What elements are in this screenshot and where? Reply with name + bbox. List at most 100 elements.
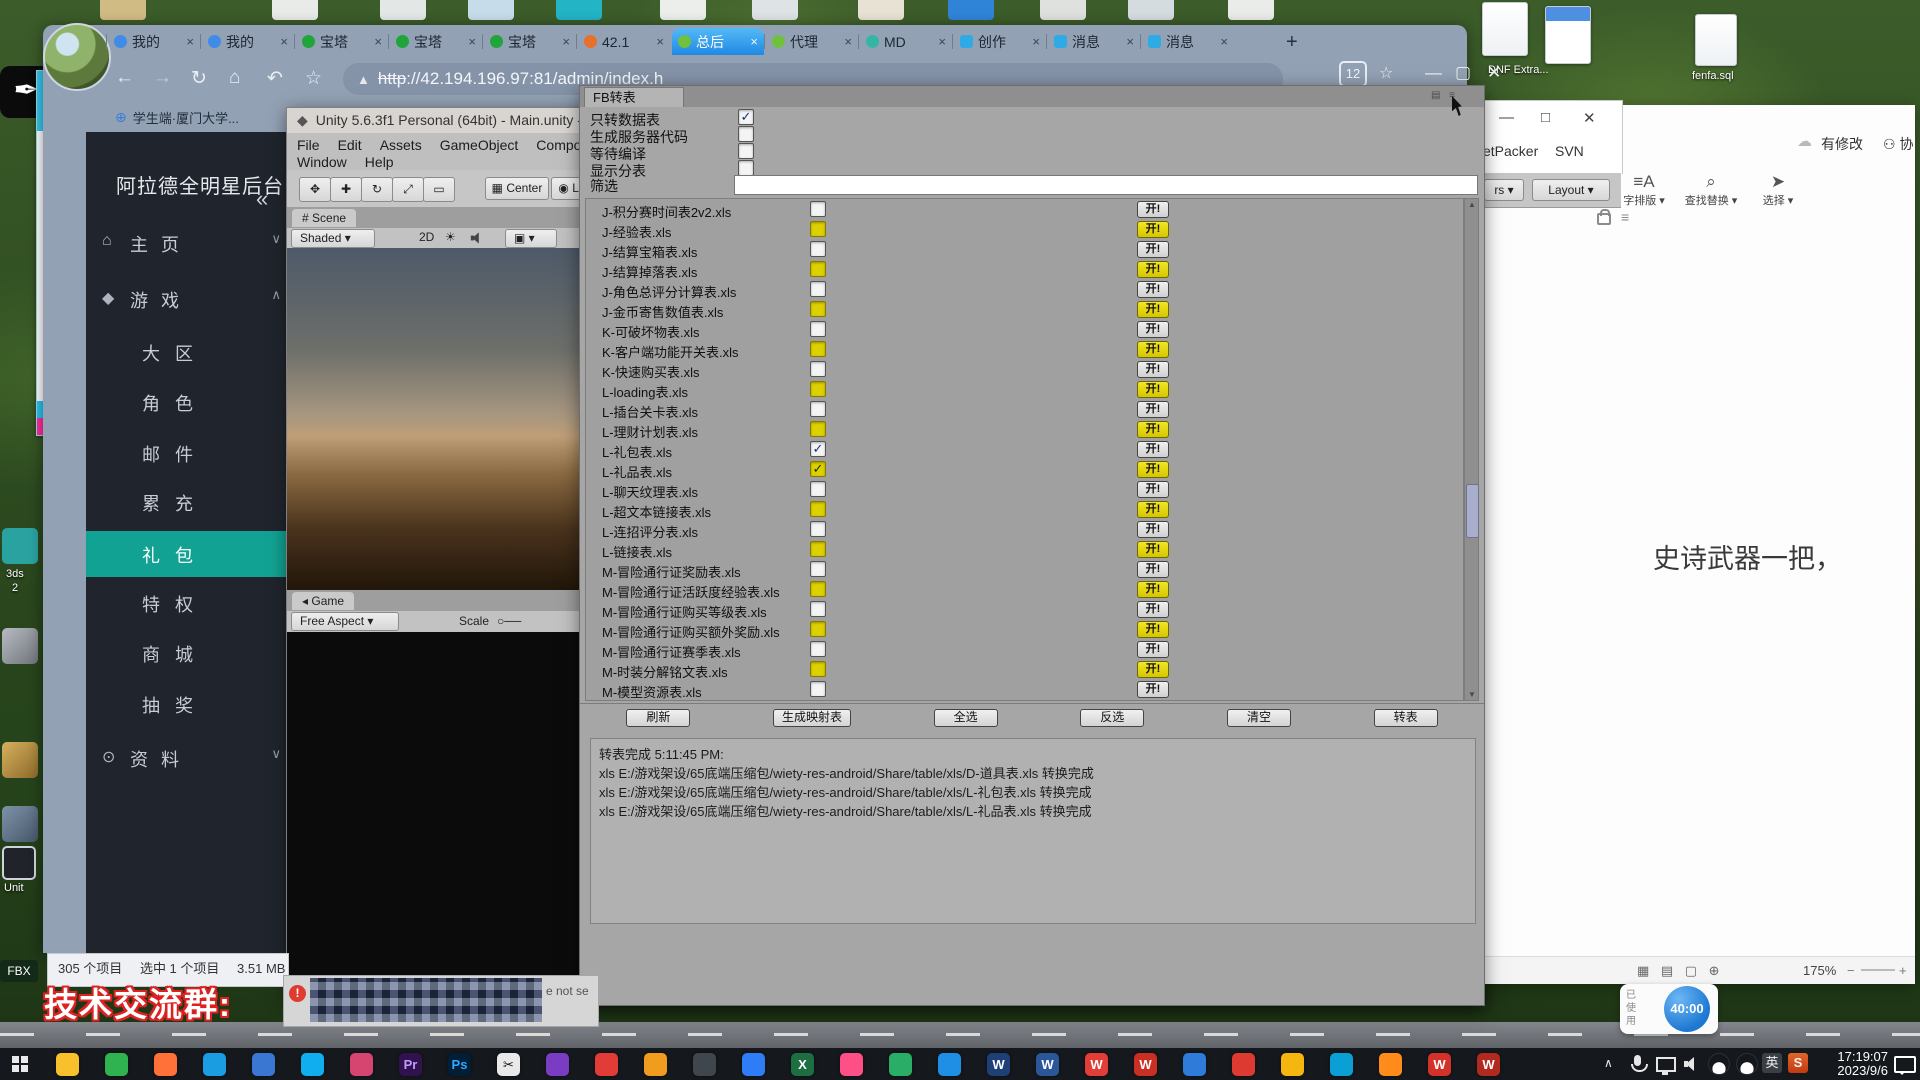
open-button[interactable]: 开! bbox=[1137, 601, 1169, 618]
window-maximize-button[interactable]: □ bbox=[1541, 109, 1550, 126]
tab-close-icon[interactable]: × bbox=[656, 34, 664, 49]
filter-input[interactable] bbox=[734, 175, 1478, 195]
browser-tab[interactable]: 宝塔× bbox=[296, 28, 388, 55]
fb-option-checkbox[interactable]: ✓ bbox=[738, 109, 754, 125]
scroll-up-arrow[interactable]: ▲ bbox=[1467, 200, 1477, 209]
row-checkbox[interactable] bbox=[810, 541, 826, 557]
effects-dropdown[interactable]: ▣ ▾ bbox=[505, 229, 557, 248]
collaborate-label[interactable]: ⚇ 协 bbox=[1883, 134, 1913, 154]
scene-viewport[interactable] bbox=[287, 248, 580, 590]
row-checkbox[interactable] bbox=[810, 661, 826, 677]
browser-tab[interactable]: 宝塔× bbox=[390, 28, 482, 55]
row-checkbox[interactable] bbox=[810, 301, 826, 317]
sidebar-item[interactable]: 抽 奖 bbox=[86, 681, 295, 727]
scale-slider[interactable]: ○── bbox=[497, 614, 521, 628]
2d-toggle[interactable]: 2D bbox=[419, 230, 434, 244]
taskbar-app-navy-w[interactable]: W bbox=[987, 1053, 1010, 1076]
hamburger-icon[interactable]: ≡ bbox=[1621, 209, 1629, 225]
taskbar-app-qq[interactable] bbox=[301, 1053, 324, 1076]
row-checkbox[interactable] bbox=[810, 341, 826, 357]
open-button[interactable]: 开! bbox=[1137, 361, 1169, 378]
row-checkbox[interactable] bbox=[810, 201, 826, 217]
taskbar-app-red-app[interactable] bbox=[595, 1053, 618, 1076]
row-checkbox[interactable] bbox=[810, 621, 826, 637]
tab-scene[interactable]: # Scene bbox=[292, 209, 356, 227]
qq-tray-icon-2[interactable] bbox=[1736, 1053, 1758, 1075]
back-icon[interactable]: ← bbox=[115, 67, 134, 89]
taskbar-app-meitu[interactable] bbox=[840, 1053, 863, 1076]
desktop-icon-cutoff[interactable] bbox=[752, 0, 798, 20]
generate-mapping-button[interactable]: 生成映射表 bbox=[773, 709, 851, 727]
open-button[interactable]: 开! bbox=[1137, 661, 1169, 678]
zoom-slider[interactable] bbox=[1861, 969, 1895, 971]
refresh-button[interactable]: 刷新 bbox=[626, 709, 690, 727]
timer-widget[interactable]: 已使用 40:00 bbox=[1620, 984, 1718, 1034]
layers-dropdown[interactable]: rs ▾ bbox=[1484, 179, 1524, 201]
menu-assetpacker[interactable]: etPacker bbox=[1483, 143, 1538, 159]
row-checkbox[interactable] bbox=[810, 641, 826, 657]
hand-tool[interactable]: ✥ bbox=[299, 177, 331, 202]
tab-close-icon[interactable]: × bbox=[1032, 34, 1040, 49]
scale-tool[interactable]: ⤢ bbox=[392, 177, 424, 202]
sidebar-item[interactable]: 邮 件 bbox=[86, 430, 295, 476]
open-button[interactable]: 开! bbox=[1137, 581, 1169, 598]
fb-option-checkbox[interactable] bbox=[738, 126, 754, 142]
tool-search[interactable]: ⌕查找替换 ▾ bbox=[1680, 172, 1742, 208]
row-checkbox[interactable] bbox=[810, 501, 826, 517]
open-button[interactable]: 开! bbox=[1137, 681, 1169, 698]
sidebar-item-active[interactable]: 礼 包 bbox=[86, 531, 295, 577]
taskbar-app-teal-app[interactable] bbox=[1330, 1053, 1353, 1076]
aspect-dropdown[interactable]: Free Aspect ▾ bbox=[291, 612, 399, 631]
open-button[interactable]: 开! bbox=[1137, 401, 1169, 418]
taskbar-app-photos[interactable] bbox=[350, 1053, 373, 1076]
bookmark-item[interactable]: ⊕学生端·厦门大学... bbox=[115, 108, 239, 127]
network-display-icon[interactable] bbox=[1656, 1057, 1676, 1072]
browser-tab[interactable]: 宝塔× bbox=[484, 28, 576, 55]
browser-tab-active[interactable]: 总后× bbox=[672, 28, 764, 55]
fb-title-bar[interactable]: FB转表 ▤ ≡ bbox=[580, 86, 1484, 107]
open-button[interactable]: 开! bbox=[1137, 381, 1169, 398]
sidebar-item[interactable]: 商 城 bbox=[86, 630, 295, 676]
open-button[interactable]: 开! bbox=[1137, 321, 1169, 338]
taskbar-app-yellow-app[interactable] bbox=[1281, 1053, 1304, 1076]
rotate-tool[interactable]: ↻ bbox=[361, 177, 393, 202]
browser-tab[interactable]: 消息× bbox=[1142, 28, 1234, 55]
sidebar-collapse-chevron[interactable]: « bbox=[256, 186, 268, 212]
menu-help[interactable]: Help bbox=[365, 154, 394, 170]
desktop-shortcut-sword[interactable] bbox=[2, 628, 38, 664]
tool-cursor[interactable]: ➤选择 ▾ bbox=[1747, 172, 1809, 208]
view-mode-icons[interactable]: ▦ ▤ ▢ ⊕ bbox=[1637, 963, 1724, 979]
tab-close-icon[interactable]: × bbox=[750, 34, 758, 49]
browser-tab[interactable]: 42.1× bbox=[578, 28, 670, 55]
tab-close-icon[interactable]: × bbox=[1220, 34, 1228, 49]
fb-scrollbar[interactable]: ▲ ▼ bbox=[1464, 198, 1479, 701]
open-button[interactable]: 开! bbox=[1137, 341, 1169, 358]
desktop-shortcut-shield[interactable] bbox=[2, 806, 38, 842]
open-button[interactable]: 开! bbox=[1137, 261, 1169, 278]
taskbar-app-edge[interactable] bbox=[203, 1053, 226, 1076]
open-button[interactable]: 开! bbox=[1137, 541, 1169, 558]
menu-gameobject[interactable]: GameObject bbox=[440, 137, 519, 153]
browser-tab[interactable]: 消息× bbox=[1048, 28, 1140, 55]
row-checkbox[interactable] bbox=[810, 581, 826, 597]
taskbar-app-red-w2[interactable]: W bbox=[1428, 1053, 1451, 1076]
sidebar-item[interactable]: 大 区 bbox=[86, 329, 295, 375]
open-button[interactable]: 开! bbox=[1137, 481, 1169, 498]
tab-close-icon[interactable]: × bbox=[374, 34, 382, 49]
desktop-shortcut-unity[interactable] bbox=[2, 846, 36, 880]
taskbar-app-wechat[interactable] bbox=[889, 1053, 912, 1076]
browser-tab[interactable]: MD× bbox=[860, 28, 952, 55]
taskbar-app-grid-app[interactable] bbox=[644, 1053, 667, 1076]
menu-assets[interactable]: Assets bbox=[380, 137, 422, 153]
row-checkbox[interactable] bbox=[810, 421, 826, 437]
desktop-shortcut-doc[interactable] bbox=[1545, 6, 1591, 64]
sogou-tray-icon[interactable]: S bbox=[1788, 1053, 1808, 1073]
taskbar-app-camera-app[interactable] bbox=[693, 1053, 716, 1076]
taskbar-app-firefox[interactable] bbox=[154, 1053, 177, 1076]
open-button[interactable]: 开! bbox=[1137, 281, 1169, 298]
taskbar-app-capcut[interactable]: ✂ bbox=[497, 1053, 520, 1076]
open-button[interactable]: 开! bbox=[1137, 441, 1169, 458]
browser-tab[interactable]: 创作× bbox=[954, 28, 1046, 55]
qq-tray-icon[interactable] bbox=[1708, 1053, 1730, 1075]
open-button[interactable]: 开! bbox=[1137, 241, 1169, 258]
